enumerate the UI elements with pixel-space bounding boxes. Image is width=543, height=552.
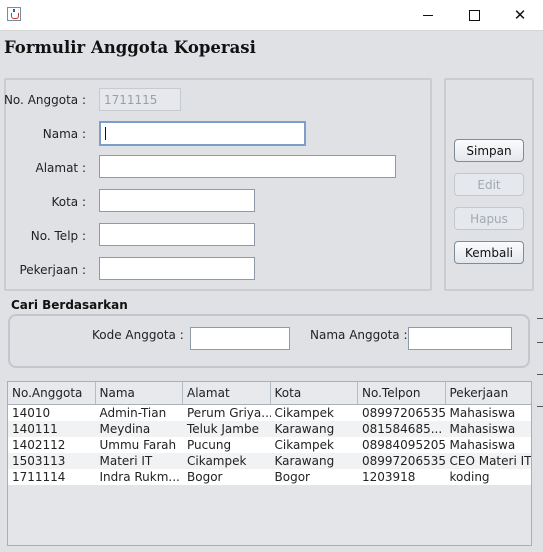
table-cell: CEO Materi IT <box>449 454 532 468</box>
table-cell: Bogor <box>187 470 223 484</box>
no-telp-field[interactable] <box>99 223 255 246</box>
table-row[interactable]: 1402112 Ummu Farah Pucung Cikampek 08984… <box>8 437 531 453</box>
table-cell: Mahasiswa <box>449 406 516 420</box>
table-cell: 08997206535 <box>362 454 446 468</box>
edge-tick <box>537 342 543 343</box>
nama-anggota-search-input[interactable] <box>408 327 512 350</box>
table-cell: Cikampek <box>187 454 247 468</box>
java-cup-icon <box>7 7 21 21</box>
table-cell: Karawang <box>274 422 335 436</box>
table-cell: Perum Griya... <box>187 406 271 420</box>
edge-tick <box>537 318 543 319</box>
nama-label: Nama : <box>42 127 86 141</box>
table-cell: Indra Rukm... <box>99 470 180 484</box>
column-header-no-telpon[interactable]: No.Telpon <box>358 382 446 404</box>
alamat-label: Alamat : <box>35 161 86 175</box>
column-header-pekerjaan[interactable]: Pekerjaan <box>446 382 532 404</box>
hapus-button[interactable]: Hapus <box>454 207 524 230</box>
table-cell: Materi IT <box>99 454 153 468</box>
column-header-nama[interactable]: Nama <box>96 382 183 404</box>
nama-anggota-label: Nama Anggota : <box>310 328 408 342</box>
table-cell: Mahasiswa <box>449 438 516 452</box>
table-cell: 1203918 <box>362 470 416 484</box>
table-cell: Cikampek <box>274 438 334 452</box>
edit-button[interactable]: Edit <box>454 173 524 196</box>
kode-anggota-search-input[interactable] <box>190 327 290 350</box>
maximize-button[interactable] <box>451 0 497 30</box>
table-cell: 1402112 <box>12 438 66 452</box>
table-cell: 1503113 <box>12 454 66 468</box>
column-header-no-anggota[interactable]: No.Anggota <box>8 382 96 404</box>
column-header-alamat[interactable]: Alamat <box>183 382 271 404</box>
pekerjaan-field[interactable] <box>99 257 255 280</box>
kota-field[interactable] <box>99 189 255 212</box>
alamat-field[interactable] <box>99 155 396 178</box>
table-cell: Karawang <box>274 454 335 468</box>
table-cell: koding <box>449 470 490 484</box>
table-cell: Admin-Tian <box>99 406 167 420</box>
table-row[interactable]: 14010 Admin-Tian Perum Griya... Cikampek… <box>8 405 531 421</box>
no-anggota-label: No. Anggota : <box>3 93 86 107</box>
table-cell: Teluk Jambe <box>187 422 259 436</box>
maximize-icon <box>468 9 480 21</box>
minimize-icon <box>423 14 433 16</box>
close-icon: ✕ <box>513 6 527 24</box>
edge-tick <box>537 374 543 375</box>
page-title: Formulir Anggota Koperasi <box>4 38 256 57</box>
simpan-button[interactable]: Simpan <box>454 139 524 162</box>
kembali-button[interactable]: Kembali <box>454 241 524 264</box>
table-cell: 08997206535 <box>362 406 446 420</box>
no-telp-label: No. Telp : <box>30 229 86 243</box>
nama-field[interactable] <box>99 121 306 146</box>
title-bar: ✕ <box>0 0 543 31</box>
members-table: No.Anggota Nama Alamat Kota No.Telpon Pe… <box>7 381 532 546</box>
pekerjaan-label: Pekerjaan : <box>19 263 86 277</box>
table-cell: 1711114 <box>12 470 66 484</box>
table-cell: Mahasiswa <box>449 422 516 436</box>
table-row[interactable]: 1711114 Indra Rukm... Bogor Bogor 120391… <box>8 469 531 485</box>
search-section-title: Cari Berdasarkan <box>11 298 128 312</box>
table-cell: 140111 <box>12 422 58 436</box>
table-cell: Ummu Farah <box>99 438 177 452</box>
column-header-kota[interactable]: Kota <box>271 382 358 404</box>
minimize-button[interactable] <box>405 0 451 30</box>
no-anggota-field <box>99 88 181 111</box>
table-cell: Meydina <box>99 422 151 436</box>
table-row[interactable]: 1503113 Materi IT Cikampek Karawang 0899… <box>8 453 532 469</box>
table-cell: 14010 <box>12 406 51 420</box>
form-window: Formulir Anggota Koperasi No. Anggota : … <box>0 31 543 552</box>
edge-tick <box>537 406 543 407</box>
text-cursor <box>105 127 106 140</box>
kota-label: Kota : <box>51 195 86 209</box>
kode-anggota-label: Kode Anggota : <box>92 328 184 342</box>
table-cell: 081584685... <box>362 422 443 436</box>
close-button[interactable]: ✕ <box>497 0 543 30</box>
table-cell: Pucung <box>187 438 232 452</box>
table-cell: Cikampek <box>274 406 334 420</box>
table-cell: 08984095205 <box>362 438 446 452</box>
table-body: 14010 Admin-Tian Perum Griya... Cikampek… <box>8 405 532 485</box>
table-row[interactable]: 140111 Meydina Teluk Jambe Karawang 0815… <box>8 421 531 437</box>
table-cell: Bogor <box>274 470 310 484</box>
table-header: No.Anggota Nama Alamat Kota No.Telpon Pe… <box>8 382 532 405</box>
